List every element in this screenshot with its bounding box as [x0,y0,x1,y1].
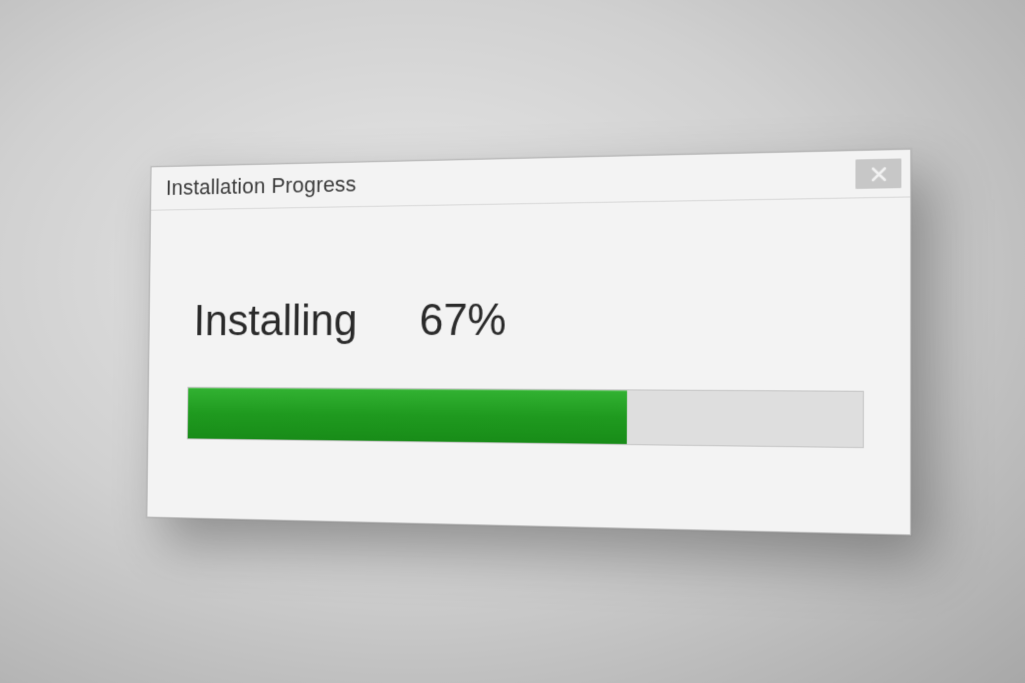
installation-dialog: Installation Progress Installing 67% [146,149,911,536]
dialog-body: Installing 67% [147,197,910,534]
dialog-title: Installation Progress [165,172,356,201]
progress-bar [186,387,863,448]
progress-percent: 67% [419,295,506,346]
progress-fill [187,388,626,444]
status-line: Installing 67% [187,293,863,346]
close-button[interactable] [855,158,901,188]
status-label: Installing [193,296,357,346]
close-icon [870,166,886,182]
